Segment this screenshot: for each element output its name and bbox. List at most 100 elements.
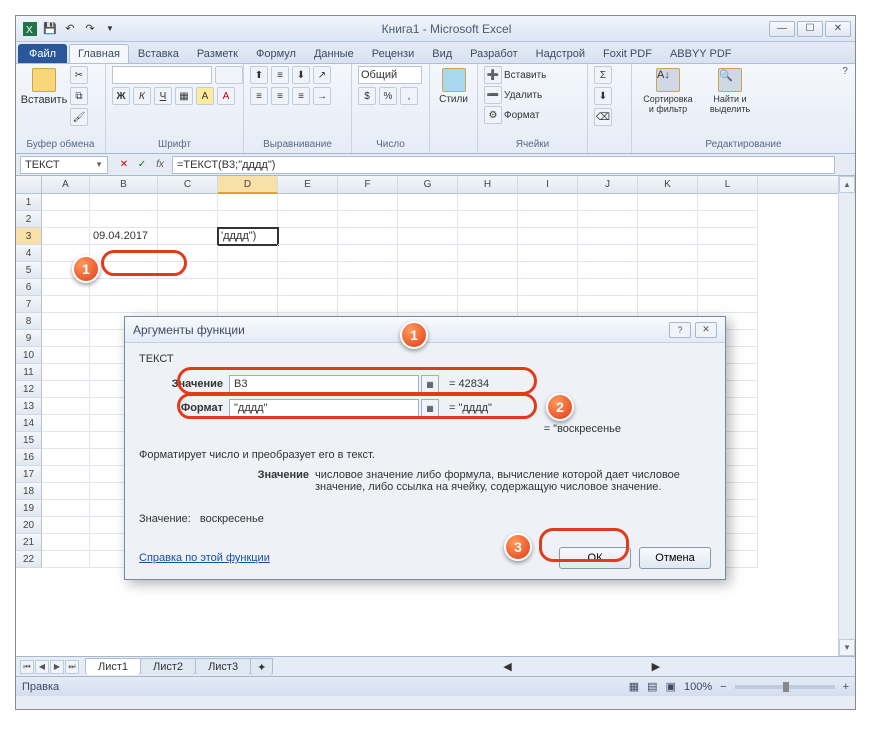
cell[interactable] — [518, 228, 578, 245]
scroll-up-icon[interactable]: ▲ — [839, 176, 855, 193]
align-bottom-button[interactable]: ⬇ — [292, 66, 310, 84]
column-header[interactable]: K — [638, 176, 698, 194]
align-top-button[interactable]: ⬆ — [250, 66, 268, 84]
cell[interactable] — [338, 262, 398, 279]
cell[interactable] — [458, 296, 518, 313]
cell[interactable] — [218, 262, 278, 279]
cell[interactable] — [158, 262, 218, 279]
cell[interactable] — [42, 432, 90, 449]
sheet-first-icon[interactable]: ⏮ — [20, 660, 34, 674]
cell[interactable] — [518, 262, 578, 279]
cell[interactable] — [42, 517, 90, 534]
zoom-level[interactable]: 100% — [684, 681, 712, 693]
cell[interactable] — [278, 296, 338, 313]
range-picker-icon[interactable]: ▦ — [421, 375, 439, 393]
cell[interactable] — [398, 245, 458, 262]
sheet-tab[interactable]: Лист3 — [195, 658, 251, 675]
font-color-button[interactable]: A — [217, 87, 235, 105]
ribbon-tab[interactable]: ABBYY PDF — [661, 44, 741, 63]
sheet-prev-icon[interactable]: ◀ — [35, 660, 49, 674]
comma-button[interactable]: , — [400, 87, 418, 105]
zoom-out-icon[interactable]: − — [720, 681, 726, 693]
cell[interactable] — [90, 262, 158, 279]
cell[interactable] — [578, 194, 638, 211]
align-right-button[interactable]: ≡ — [292, 87, 310, 105]
cell[interactable] — [158, 245, 218, 262]
cell[interactable] — [398, 194, 458, 211]
row-header[interactable]: 14 — [16, 415, 42, 432]
cell[interactable] — [458, 211, 518, 228]
cell[interactable] — [518, 245, 578, 262]
ribbon-tab[interactable]: Разметк — [188, 44, 247, 63]
column-header[interactable]: D — [218, 176, 278, 194]
new-sheet-button[interactable]: ✦ — [250, 658, 273, 676]
cell[interactable] — [398, 228, 458, 245]
cell[interactable] — [90, 211, 158, 228]
column-header[interactable]: I — [518, 176, 578, 194]
cell[interactable]: 'дддд") — [218, 228, 278, 245]
cell[interactable] — [698, 262, 758, 279]
row-header[interactable]: 1 — [16, 194, 42, 211]
cell[interactable] — [338, 228, 398, 245]
row-header[interactable]: 10 — [16, 347, 42, 364]
help-link[interactable]: Справка по этой функции — [139, 552, 270, 564]
cell[interactable] — [42, 228, 90, 245]
view-layout-icon[interactable]: ▤ — [647, 680, 657, 693]
zoom-in-icon[interactable]: + — [843, 681, 849, 693]
cell[interactable] — [278, 245, 338, 262]
cell[interactable] — [218, 194, 278, 211]
cell[interactable] — [518, 211, 578, 228]
indent-button[interactable]: → — [313, 87, 331, 105]
row-header[interactable]: 16 — [16, 449, 42, 466]
row-header[interactable]: 8 — [16, 313, 42, 330]
cell[interactable] — [578, 279, 638, 296]
ok-button[interactable]: ОК — [559, 547, 631, 569]
cell[interactable] — [578, 296, 638, 313]
sheet-tab[interactable]: Лист1 — [85, 658, 141, 675]
cell[interactable] — [578, 245, 638, 262]
cell[interactable] — [458, 279, 518, 296]
cell[interactable] — [42, 313, 90, 330]
ribbon-tab[interactable]: Foxit PDF — [594, 44, 661, 63]
fill-color-button[interactable]: A — [196, 87, 214, 105]
cell[interactable] — [518, 279, 578, 296]
range-picker-icon[interactable]: ▦ — [421, 399, 439, 417]
row-header[interactable]: 20 — [16, 517, 42, 534]
cell[interactable] — [458, 194, 518, 211]
ribbon-tab[interactable]: Вставка — [129, 44, 188, 63]
cell[interactable] — [42, 466, 90, 483]
cell[interactable] — [278, 279, 338, 296]
qat-dropdown-icon[interactable]: ▼ — [102, 21, 118, 37]
dialog-help-button[interactable]: ? — [669, 322, 691, 338]
orientation-button[interactable]: ↗ — [313, 66, 331, 84]
cell[interactable] — [158, 211, 218, 228]
column-header[interactable]: F — [338, 176, 398, 194]
dialog-close-button[interactable]: ✕ — [695, 322, 717, 338]
cell[interactable] — [338, 279, 398, 296]
ribbon-tab[interactable]: Надстрой — [527, 44, 594, 63]
cancel-formula-icon[interactable]: ✕ — [116, 157, 132, 173]
cell[interactable] — [638, 262, 698, 279]
row-header[interactable]: 9 — [16, 330, 42, 347]
cell[interactable] — [398, 262, 458, 279]
cell[interactable] — [42, 347, 90, 364]
row-header[interactable]: 22 — [16, 551, 42, 568]
sort-filter-button[interactable]: A↓ Сортировка и фильтр — [638, 66, 698, 116]
delete-cells-icon[interactable]: ➖ — [484, 86, 502, 104]
insert-cells-icon[interactable]: ➕ — [484, 66, 502, 84]
copy-icon[interactable]: ⧉ — [70, 87, 88, 105]
autosum-button[interactable]: Σ — [594, 66, 612, 84]
zoom-slider[interactable] — [735, 685, 835, 689]
row-header[interactable]: 21 — [16, 534, 42, 551]
clear-button[interactable]: ⌫ — [594, 108, 612, 126]
hscroll-right-icon[interactable]: ▶ — [652, 660, 660, 673]
column-header[interactable]: C — [158, 176, 218, 194]
redo-icon[interactable]: ↷ — [82, 21, 98, 37]
font-name-select[interactable] — [112, 66, 212, 84]
formula-input[interactable]: =ТЕКСТ(B3;"дддд") — [172, 156, 835, 174]
cell[interactable] — [698, 245, 758, 262]
number-format-select[interactable]: Общий — [358, 66, 422, 84]
cell[interactable] — [578, 228, 638, 245]
ribbon-tab[interactable]: Рецензи — [363, 44, 424, 63]
cell[interactable] — [218, 296, 278, 313]
